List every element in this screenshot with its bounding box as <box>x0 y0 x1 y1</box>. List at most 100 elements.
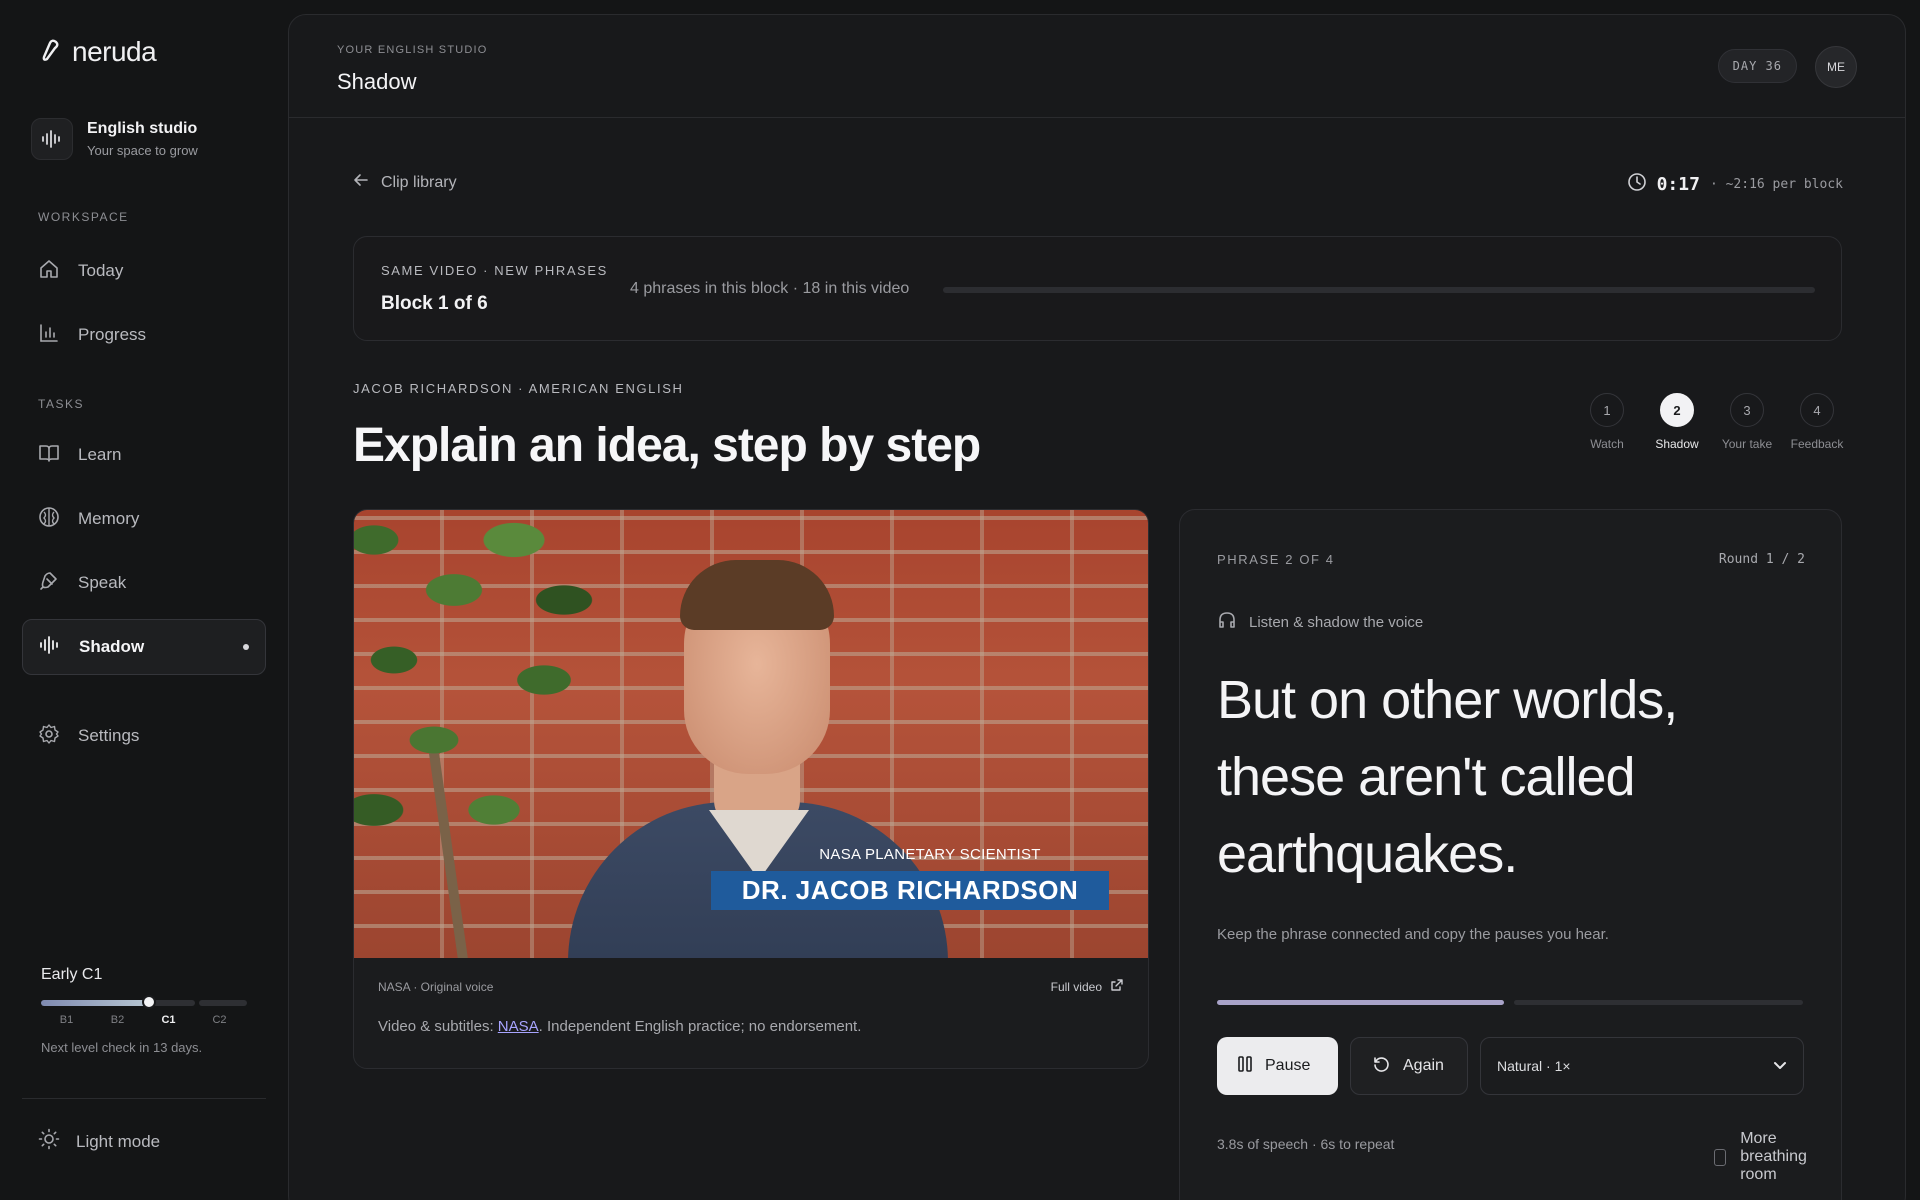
studio-switcher[interactable]: English studio Your space to grow <box>31 118 198 160</box>
pause-label: Pause <box>1265 1057 1311 1074</box>
timer-subtext: · ~2:16 per block <box>1709 177 1843 192</box>
light-mode-label: Light mode <box>76 1131 161 1151</box>
pause-button[interactable]: Pause <box>1217 1037 1338 1095</box>
speaker-hair <box>680 560 834 630</box>
workspace-section-label: WORKSPACE <box>38 210 129 224</box>
video-lower-third: NASA PLANETARY SCIENTIST DR. JACOB RICHA… <box>711 846 1109 910</box>
level-ticks: B1 B2 C1 C2 <box>41 1014 247 1026</box>
sidebar: neruda English studio Your space to grow… <box>0 0 288 1200</box>
video-card: NASA PLANETARY SCIENTIST DR. JACOB RICHA… <box>353 509 1149 1069</box>
video-player[interactable]: NASA PLANETARY SCIENTIST DR. JACOB RICHA… <box>354 510 1148 958</box>
phrase-playback-progress <box>1217 1000 1803 1005</box>
active-indicator-dot <box>243 644 249 650</box>
bar-chart-icon <box>38 322 60 349</box>
again-button[interactable]: Again <box>1350 1037 1468 1095</box>
speaker-label: JACOB RICHARDSON · AMERICAN ENGLISH <box>353 381 684 396</box>
block-progress-bar <box>943 287 1815 293</box>
replay-icon <box>1371 1054 1391 1079</box>
full-video-label: Full video <box>1050 979 1102 994</box>
breathing-room-checkbox[interactable] <box>1714 1148 1727 1166</box>
round-counter: Round 1 / 2 <box>1718 552 1805 567</box>
step-number: 3 <box>1730 393 1764 427</box>
main-panel: YOUR ENGLISH STUDIO Shadow DAY 36 ME Cli… <box>288 14 1906 1200</box>
sidebar-item-label: Progress <box>78 325 147 344</box>
sidebar-item-label: Settings <box>78 726 140 745</box>
level-knob <box>142 995 156 1009</box>
waveform-icon <box>39 634 61 661</box>
breathing-room-option[interactable]: More breathing room <box>1714 1130 1841 1184</box>
sidebar-item-label: Shadow <box>79 637 145 656</box>
back-link-label: Clip library <box>381 173 457 191</box>
avatar[interactable]: ME <box>1815 46 1857 88</box>
light-mode-toggle[interactable]: Light mode <box>38 1128 160 1155</box>
sidebar-item-label: Today <box>78 261 124 280</box>
sun-icon <box>38 1128 60 1155</box>
level-track <box>41 995 247 1009</box>
phrase-counter: PHRASE 2 OF 4 <box>1217 552 1335 567</box>
arrow-left-icon <box>353 172 369 193</box>
video-source-label: NASA · Original voice <box>378 980 494 994</box>
level-tick-current: C1 <box>161 1014 176 1026</box>
block-title: Block 1 of 6 <box>381 293 488 314</box>
tasks-section-label: TASKS <box>38 397 84 411</box>
speed-select[interactable]: Natural · 1× <box>1480 1037 1804 1095</box>
sidebar-item-label: Memory <box>78 509 140 528</box>
sidebar-item-today[interactable]: Today <box>22 243 266 299</box>
sidebar-item-label: Speak <box>78 573 127 592</box>
step-indicator: 1 Watch 2 Shadow 3 Your take 4 Feedback <box>1581 393 1843 451</box>
level-tick: C2 <box>212 1014 227 1026</box>
block-eyebrow: SAME VIDEO · NEW PHRASES <box>381 263 608 278</box>
full-video-link[interactable]: Full video <box>1051 978 1124 995</box>
playback-progress-fill <box>1217 1000 1504 1005</box>
level-track-segment <box>199 1000 247 1006</box>
lesson-heading: Explain an idea, step by step <box>353 419 981 472</box>
clock-icon <box>1627 172 1647 197</box>
headphones-icon <box>1217 610 1237 634</box>
playback-progress-remaining <box>1514 1000 1803 1005</box>
sidebar-item-memory[interactable]: Memory <box>22 491 266 547</box>
chevron-down-icon <box>1773 1058 1787 1074</box>
step-feedback[interactable]: 4 Feedback <box>1791 393 1843 451</box>
mic-icon <box>38 570 60 597</box>
pause-icon <box>1237 1055 1253 1078</box>
timer-value: 0:17 <box>1656 174 1700 195</box>
back-to-clip-library[interactable]: Clip library <box>353 172 457 193</box>
step-shadow[interactable]: 2 Shadow <box>1651 393 1703 451</box>
step-label: Watch <box>1590 437 1624 451</box>
neruda-logo-icon <box>40 39 62 66</box>
sidebar-item-progress[interactable]: Progress <box>22 307 266 363</box>
nasa-link[interactable]: NASA <box>498 1018 539 1035</box>
listen-label: Listen & shadow the voice <box>1249 613 1424 631</box>
sidebar-item-speak[interactable]: Speak <box>22 555 266 611</box>
sidebar-item-shadow[interactable]: Shadow <box>22 619 266 675</box>
step-your-take[interactable]: 3 Your take <box>1721 393 1773 451</box>
gear-icon <box>38 723 60 750</box>
lower-third-name: DR. JACOB RICHARDSON <box>711 871 1109 910</box>
step-watch[interactable]: 1 Watch <box>1581 393 1633 451</box>
credit-prefix: Video & subtitles: <box>378 1018 498 1035</box>
step-label: Your take <box>1721 437 1773 451</box>
session-timer: 0:17 · ~2:16 per block <box>1627 172 1843 197</box>
brand-logo[interactable]: neruda <box>40 36 157 68</box>
lower-third-title: NASA PLANETARY SCIENTIST <box>819 846 1041 863</box>
breathing-room-label: More breathing room <box>1740 1130 1807 1183</box>
sidebar-divider <box>22 1098 266 1099</box>
sidebar-item-learn[interactable]: Learn <box>22 427 266 483</box>
day-streak-badge: DAY 36 <box>1717 49 1797 83</box>
phrase-text: But on other worlds, these aren't called… <box>1217 670 1678 884</box>
step-label: Shadow <box>1655 437 1699 451</box>
level-track-fill <box>41 1000 149 1006</box>
playback-controls: Pause Again Natural · 1× <box>1217 1037 1804 1095</box>
level-tick: B1 <box>59 1014 74 1026</box>
video-credit: Video & subtitles: NASA. Independent Eng… <box>378 1018 861 1035</box>
credit-suffix: . Independent English practice; no endor… <box>538 1018 862 1035</box>
sidebar-item-settings[interactable]: Settings <box>22 708 266 764</box>
brain-icon <box>38 506 60 533</box>
listen-instruction: Listen & shadow the voice <box>1217 610 1423 634</box>
level-note: Next level check in 13 days. <box>41 1040 203 1055</box>
phrase-hint: Keep the phrase connected and copy the p… <box>1217 926 1609 943</box>
page-eyebrow: YOUR ENGLISH STUDIO <box>337 44 488 56</box>
step-number: 2 <box>1660 393 1694 427</box>
speed-select-value: Natural · 1× <box>1497 1058 1571 1074</box>
studio-title: English studio <box>87 120 198 137</box>
